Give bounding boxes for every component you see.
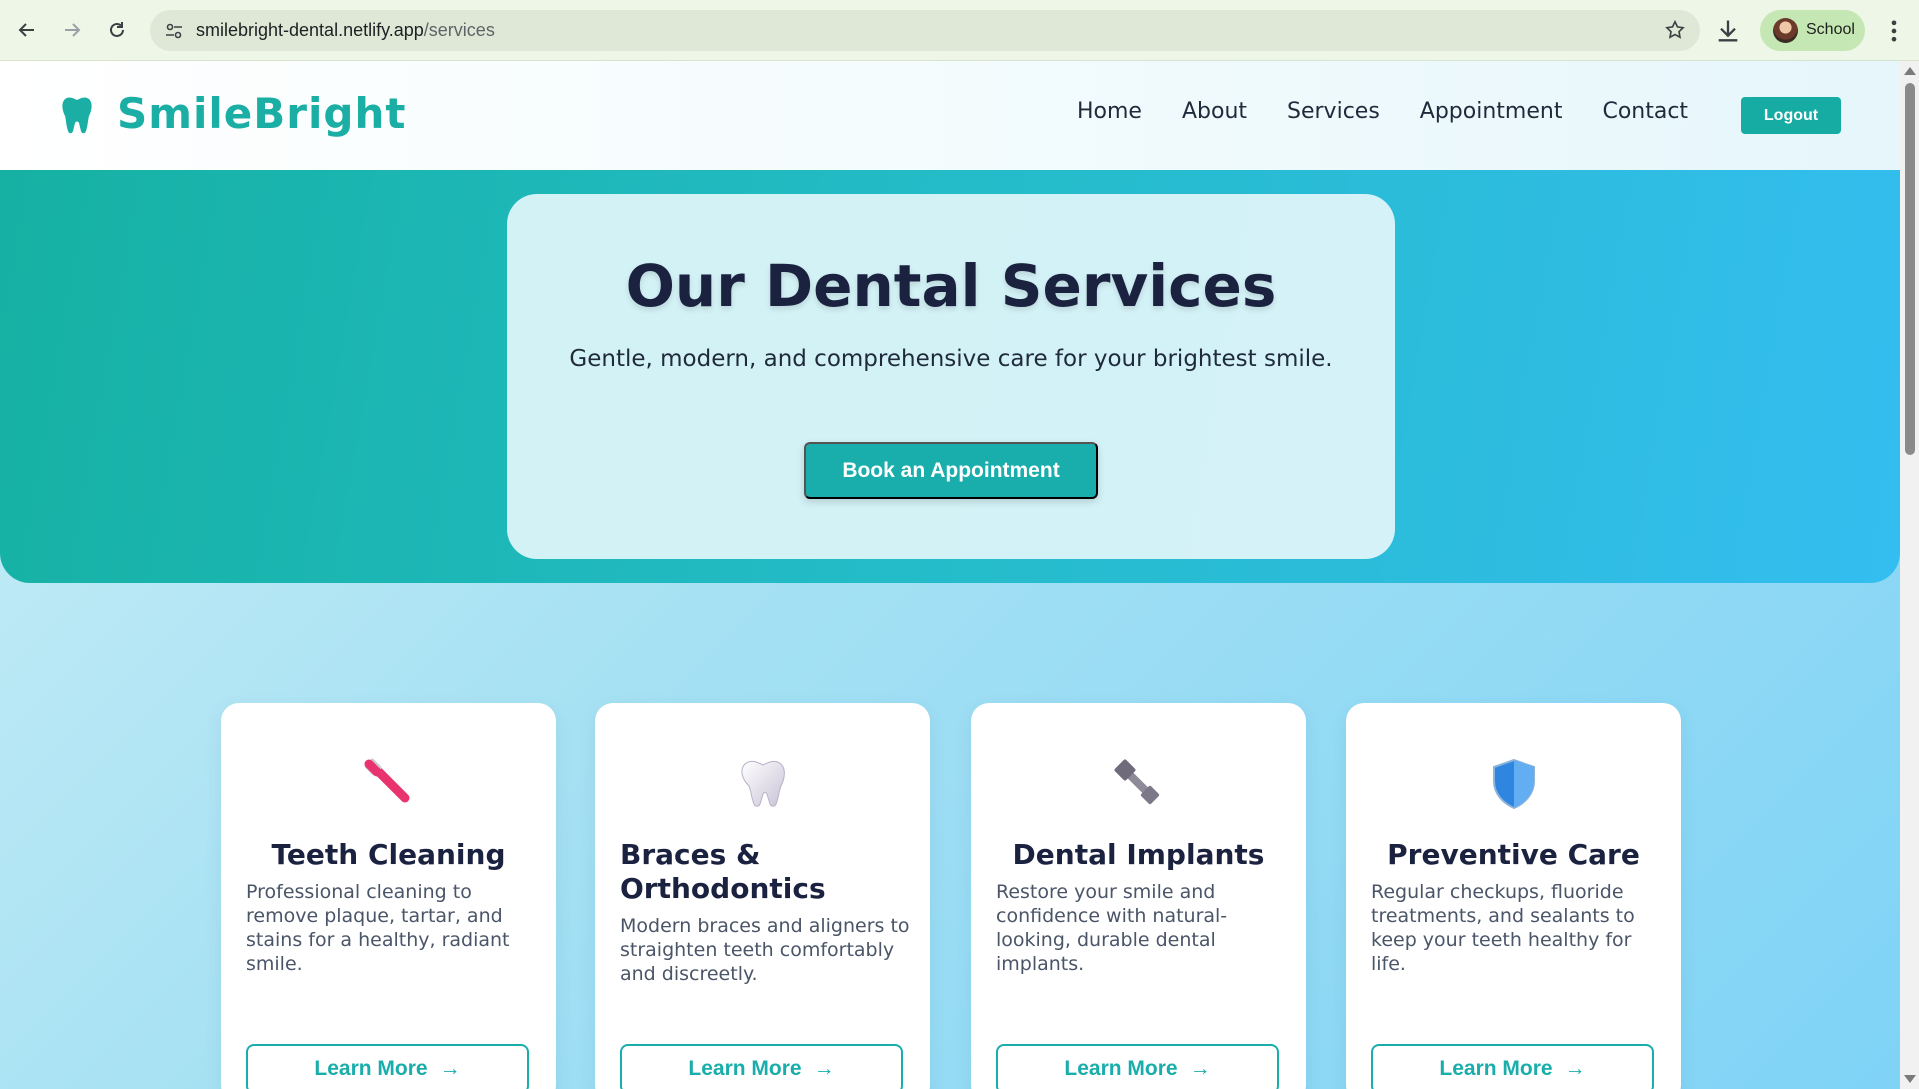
forward-arrow-icon[interactable] — [55, 13, 89, 47]
book-appointment-button[interactable]: Book an Appointment — [804, 442, 1098, 499]
service-card-braces: Braces & Orthodontics Modern braces and … — [595, 703, 930, 1089]
browser-toolbar: smilebright-dental.netlify.app/services … — [0, 0, 1919, 61]
tooth-icon[interactable] — [60, 96, 94, 136]
service-title: Preventive Care — [1387, 838, 1640, 871]
learn-more-button[interactable]: Learn More → — [620, 1044, 903, 1089]
service-title: Dental Implants — [1012, 838, 1265, 871]
learn-more-label: Learn More — [1064, 1057, 1178, 1080]
arrow-right-icon: → — [1189, 1057, 1211, 1080]
avatar — [1773, 18, 1798, 43]
site-settings-icon[interactable] — [164, 21, 184, 41]
arrow-right-icon: → — [439, 1057, 461, 1080]
service-card-preventive: Preventive Care Regular checkups, fluori… — [1346, 703, 1681, 1089]
learn-more-button[interactable]: Learn More → — [246, 1044, 529, 1089]
bookmark-star-icon[interactable] — [1664, 19, 1686, 41]
learn-more-label: Learn More — [1439, 1057, 1553, 1080]
service-title: Teeth Cleaning — [271, 838, 506, 871]
main-nav: Home About Services Appointment Contact — [1077, 99, 1688, 124]
tooth-icon — [741, 760, 785, 807]
logo-text[interactable]: SmileBright — [117, 89, 406, 138]
address-bar[interactable]: smilebright-dental.netlify.app/services — [150, 10, 1700, 51]
page-title: Our Dental Services — [625, 252, 1277, 320]
page-scrollbar[interactable] — [1900, 61, 1919, 1089]
learn-more-label: Learn More — [688, 1057, 802, 1080]
back-arrow-icon[interactable] — [10, 13, 44, 47]
service-title: Braces & Orthodontics — [620, 838, 826, 905]
service-description: Regular checkups, fluoride treatments, a… — [1371, 881, 1635, 975]
learn-more-label: Learn More — [314, 1057, 428, 1080]
service-card-implants: Dental Implants Restore your smile and c… — [971, 703, 1306, 1089]
bolt-nut-icon — [1114, 759, 1160, 805]
learn-more-button[interactable]: Learn More → — [1371, 1044, 1654, 1089]
download-icon[interactable] — [1714, 17, 1742, 45]
url-path: /services — [423, 20, 495, 40]
nav-contact[interactable]: Contact — [1602, 99, 1688, 124]
shield-icon — [1493, 758, 1535, 810]
toothbrush-icon — [364, 758, 410, 803]
nav-home[interactable]: Home — [1077, 99, 1142, 124]
reload-icon[interactable] — [100, 13, 134, 47]
url-text: smilebright-dental.netlify.app/services — [196, 20, 495, 41]
scroll-down-icon[interactable] — [1904, 1075, 1916, 1083]
nav-appointment[interactable]: Appointment — [1420, 99, 1563, 124]
hero-subtitle: Gentle, modern, and comprehensive care f… — [569, 346, 1333, 372]
nav-services[interactable]: Services — [1287, 99, 1380, 124]
scrollbar-thumb[interactable] — [1905, 83, 1915, 455]
service-card-teeth-cleaning: Teeth Cleaning Professional cleaning to … — [221, 703, 556, 1089]
arrow-right-icon: → — [1564, 1057, 1586, 1080]
hero-card: Our Dental Services Gentle, modern, and … — [507, 194, 1395, 559]
url-domain: smilebright-dental.netlify.app — [196, 20, 424, 40]
kebab-menu-icon[interactable] — [1880, 17, 1908, 45]
profile-chip[interactable]: School — [1760, 10, 1865, 51]
service-description: Professional cleaning to remove plaque, … — [246, 881, 510, 975]
nav-about[interactable]: About — [1182, 99, 1247, 124]
service-description: Modern braces and aligners to straighten… — [620, 915, 910, 985]
arrow-right-icon: → — [813, 1057, 835, 1080]
profile-name: School — [1806, 21, 1855, 38]
site-header: SmileBright Home About Services Appointm… — [0, 61, 1900, 170]
learn-more-button[interactable]: Learn More → — [996, 1044, 1279, 1089]
logout-button[interactable]: Logout — [1741, 97, 1841, 134]
scroll-up-icon[interactable] — [1904, 67, 1916, 75]
service-description: Restore your smile and confidence with n… — [996, 881, 1228, 975]
